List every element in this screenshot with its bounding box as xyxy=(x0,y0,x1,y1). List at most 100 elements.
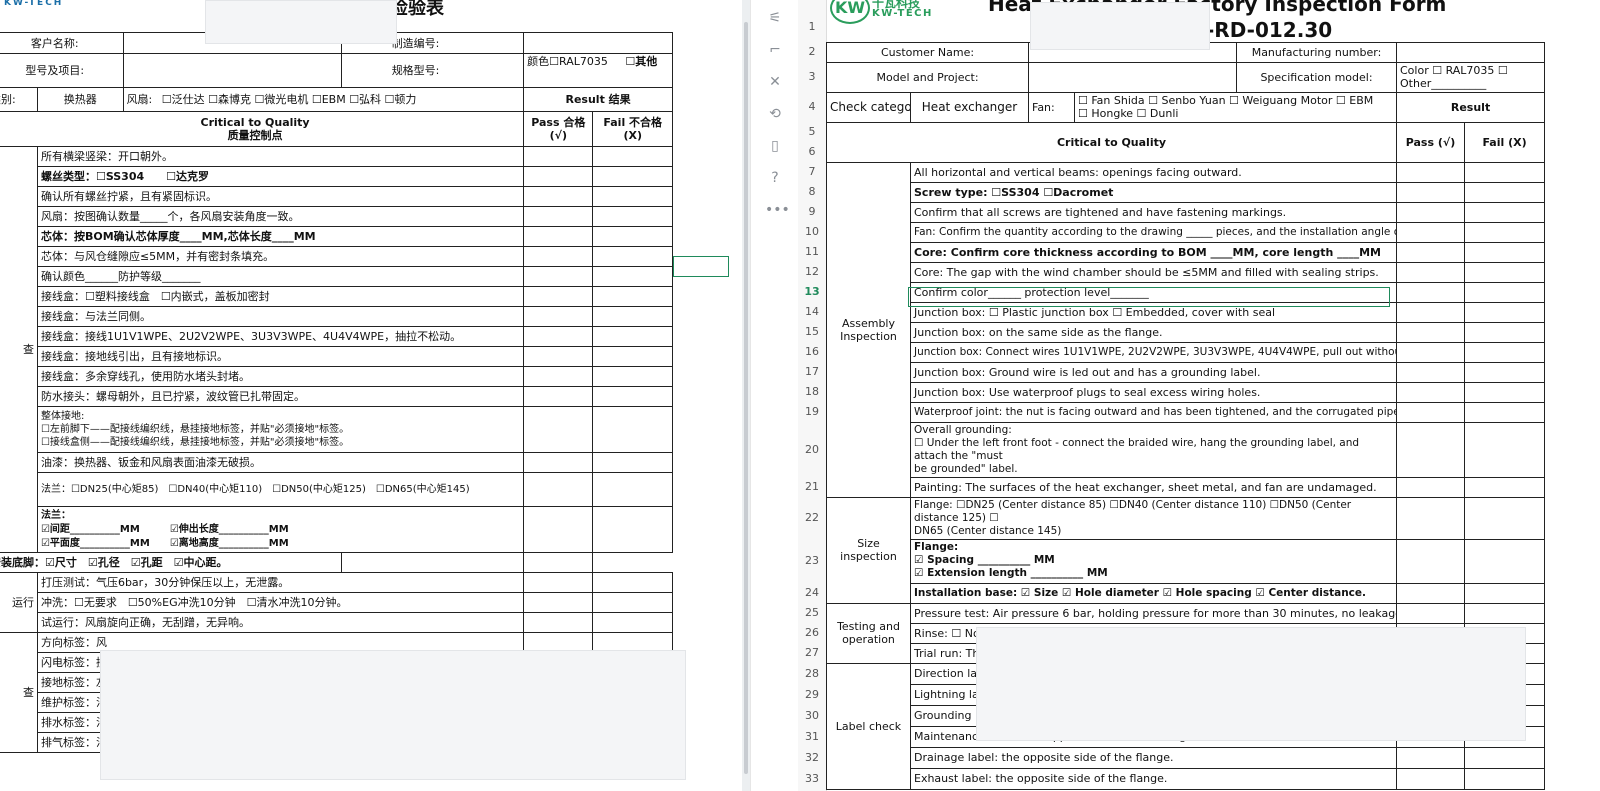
pass-cell[interactable] xyxy=(523,326,594,347)
row-number[interactable]: 8 xyxy=(798,185,826,198)
row-number[interactable]: 28 xyxy=(798,667,826,680)
pass-cell[interactable] xyxy=(523,572,594,593)
pass-cell[interactable] xyxy=(340,552,525,573)
fail-cell[interactable] xyxy=(1463,767,1546,790)
fail-cell[interactable] xyxy=(1463,301,1546,323)
pass-cell[interactable] xyxy=(1396,401,1465,423)
pass-cell[interactable] xyxy=(1396,221,1465,243)
pass-cell[interactable] xyxy=(1396,496,1465,540)
fail-cell[interactable] xyxy=(1463,401,1546,423)
tools-icon[interactable]: ✕ xyxy=(765,72,785,92)
row-number[interactable]: 17 xyxy=(798,365,826,378)
left-document-pane[interactable]: KW-TECH 检验表 客户名称: 制造编号: 型号及项目: 规格型号: 颜色☐… xyxy=(0,0,742,791)
pass-cell[interactable] xyxy=(523,592,594,613)
row-number[interactable]: 13 xyxy=(798,285,826,298)
fail-cell[interactable] xyxy=(1463,221,1546,243)
fail-cell[interactable] xyxy=(1463,201,1546,223)
row-number[interactable]: 2 xyxy=(798,45,826,58)
row-number[interactable]: 15 xyxy=(798,325,826,338)
book-icon[interactable]: ▯ xyxy=(765,136,785,156)
fail-cell[interactable] xyxy=(1463,241,1546,263)
fail-cell[interactable] xyxy=(592,592,673,613)
pass-cell[interactable] xyxy=(523,346,594,367)
left-pane-scrollbar[interactable] xyxy=(742,0,750,791)
fail-cell[interactable] xyxy=(1463,281,1546,303)
model-value-cell[interactable] xyxy=(1028,61,1237,93)
row-number[interactable]: 22 xyxy=(798,511,826,524)
selected-cell-outline[interactable] xyxy=(673,256,729,277)
fail-cell[interactable] xyxy=(592,366,673,387)
row-number[interactable]: 20 xyxy=(798,443,826,456)
row-number[interactable]: 23 xyxy=(798,554,826,567)
row-number[interactable]: 9 xyxy=(798,205,826,218)
fail-cell[interactable] xyxy=(592,186,673,207)
fail-cell[interactable] xyxy=(1463,341,1546,363)
pass-cell[interactable] xyxy=(523,386,594,407)
pass-cell[interactable] xyxy=(1396,181,1465,203)
row-number[interactable]: 29 xyxy=(798,688,826,701)
row-number[interactable]: 18 xyxy=(798,385,826,398)
sliders-icon[interactable]: ⚟ xyxy=(765,8,785,28)
fail-cell[interactable] xyxy=(1463,602,1546,624)
selected-cell-outline[interactable] xyxy=(908,287,1390,307)
pass-cell[interactable] xyxy=(1396,361,1465,383)
translate-icon[interactable]: ⟲ xyxy=(765,104,785,124)
pass-cell[interactable] xyxy=(523,266,594,287)
pass-cell[interactable] xyxy=(1396,301,1465,323)
row-number[interactable]: 4 xyxy=(798,100,826,113)
fail-cell[interactable] xyxy=(592,226,673,247)
fail-cell[interactable] xyxy=(592,146,673,167)
pass-cell[interactable] xyxy=(1396,582,1465,604)
pass-cell[interactable] xyxy=(1396,241,1465,263)
fail-cell[interactable] xyxy=(1463,361,1546,383)
pass-cell[interactable] xyxy=(523,146,594,167)
row-number[interactable]: 32 xyxy=(798,751,826,764)
pass-cell[interactable] xyxy=(523,506,594,553)
fail-cell[interactable] xyxy=(592,166,673,187)
fail-cell[interactable] xyxy=(1463,538,1546,584)
more-icon[interactable]: ••• xyxy=(765,200,790,220)
fail-cell[interactable] xyxy=(1463,421,1546,478)
pass-cell[interactable] xyxy=(1396,767,1465,790)
fail-cell[interactable] xyxy=(1463,476,1546,498)
row-number[interactable]: 30 xyxy=(798,709,826,722)
fail-cell[interactable] xyxy=(592,206,673,227)
pass-cell[interactable] xyxy=(523,226,594,247)
fail-cell[interactable] xyxy=(592,506,673,553)
fail-cell[interactable] xyxy=(1463,181,1546,203)
pass-cell[interactable] xyxy=(1396,476,1465,498)
row-number[interactable]: 14 xyxy=(798,305,826,318)
fail-cell[interactable] xyxy=(523,552,594,573)
fail-cell[interactable] xyxy=(592,346,673,367)
fail-cell[interactable] xyxy=(592,246,673,267)
row-number[interactable]: 25 xyxy=(798,606,826,619)
fail-cell[interactable] xyxy=(1463,161,1546,183)
fail-cell[interactable] xyxy=(1463,381,1546,403)
row-number[interactable]: 1 xyxy=(798,20,826,33)
row-number[interactable]: 21 xyxy=(798,480,826,493)
fail-cell[interactable] xyxy=(592,406,673,453)
row-number[interactable]: 5 xyxy=(798,125,826,138)
pass-cell[interactable] xyxy=(523,166,594,187)
pass-cell[interactable] xyxy=(1396,161,1465,183)
row-number[interactable]: 24 xyxy=(798,586,826,599)
row-number[interactable]: 10 xyxy=(798,225,826,238)
fail-cell[interactable] xyxy=(1463,582,1546,604)
pass-cell[interactable] xyxy=(1396,261,1465,283)
pass-cell[interactable] xyxy=(1396,421,1465,478)
pass-cell[interactable] xyxy=(523,286,594,307)
pass-cell[interactable] xyxy=(1396,602,1465,624)
pass-cell[interactable] xyxy=(523,612,594,633)
pass-cell[interactable] xyxy=(1396,281,1465,303)
pass-cell[interactable] xyxy=(523,472,594,507)
model-value-cell[interactable] xyxy=(122,53,342,88)
fail-cell[interactable] xyxy=(1463,496,1546,540)
pass-cell[interactable] xyxy=(1396,321,1465,343)
pass-cell[interactable] xyxy=(1396,201,1465,223)
comment-icon[interactable]: ⌐ xyxy=(765,40,785,60)
fail-cell[interactable] xyxy=(592,286,673,307)
help-icon[interactable]: ? xyxy=(765,168,785,188)
fail-cell[interactable] xyxy=(592,612,673,633)
scrollbar-thumb[interactable] xyxy=(744,22,748,774)
pass-cell[interactable] xyxy=(523,246,594,267)
